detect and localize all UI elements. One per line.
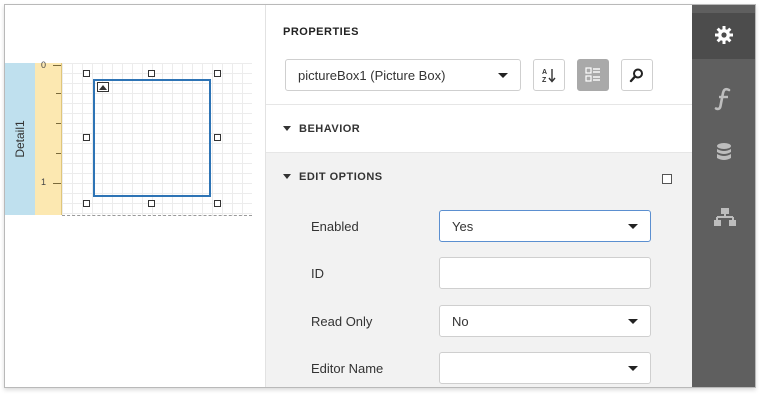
section-behavior-label: BEHAVIOR [299, 123, 361, 135]
divider [266, 104, 692, 105]
chevron-down-icon [628, 366, 638, 371]
editor-name-dropdown[interactable] [439, 352, 651, 384]
hierarchy-icon [714, 208, 736, 226]
rail-tab-report-explorer[interactable] [692, 195, 755, 241]
enabled-dropdown[interactable]: Yes [439, 210, 651, 242]
resize-handle-left[interactable] [83, 134, 90, 141]
collapse-triangle-icon [283, 174, 291, 179]
search-button[interactable] [621, 59, 653, 91]
database-icon [717, 143, 731, 160]
edit-options-checkbox[interactable] [662, 174, 672, 184]
resize-handle-bottom-left[interactable] [83, 200, 90, 207]
component-selector[interactable]: pictureBox1 (Picture Box) [285, 59, 521, 91]
enabled-value: Yes [452, 219, 474, 234]
design-surface[interactable]: Detail1 0 1 [5, 5, 266, 387]
picture-box-control[interactable] [93, 79, 211, 197]
section-edit-options-label: EDIT OPTIONS [299, 171, 383, 183]
editor-name-label: Editor Name [311, 361, 384, 376]
rail-tab-expressions[interactable] [692, 75, 755, 121]
sort-alphabetical-button[interactable]: A Z [533, 59, 565, 91]
id-input[interactable] [439, 257, 651, 289]
chevron-down-icon [628, 224, 638, 229]
id-label: ID [311, 266, 324, 281]
band-name: Detail1 [13, 120, 27, 158]
band-label-detail1[interactable]: Detail1 [5, 63, 36, 215]
search-icon [629, 68, 643, 83]
component-selector-value: pictureBox1 (Picture Box) [298, 68, 446, 83]
ruler-tick [56, 153, 61, 154]
picture-icon [97, 82, 109, 92]
resize-handle-bottom[interactable] [148, 200, 155, 207]
resize-handle-right[interactable] [214, 134, 221, 141]
ruler-mark-1: 1 [41, 177, 47, 187]
ruler-tick [56, 123, 61, 124]
gear-icon [715, 26, 733, 44]
ruler-tick [53, 65, 61, 66]
svg-text:Z: Z [542, 77, 547, 83]
ruler-tick [53, 183, 61, 184]
resize-handle-bottom-right[interactable] [214, 200, 221, 207]
read-only-dropdown[interactable]: No [439, 305, 651, 337]
ruler-tick [56, 93, 61, 94]
rail-tab-properties[interactable] [692, 13, 755, 59]
chevron-down-icon [628, 319, 638, 324]
side-tab-rail [692, 5, 755, 387]
rail-tab-data-source[interactable] [692, 130, 755, 176]
vertical-ruler: 0 1 [35, 60, 62, 215]
categories-view-button[interactable] [577, 59, 609, 91]
resize-handle-top-right[interactable] [214, 70, 221, 77]
resize-handle-top-left[interactable] [83, 70, 90, 77]
read-only-value: No [452, 314, 469, 329]
svg-text:A: A [542, 69, 547, 76]
read-only-label: Read Only [311, 314, 373, 329]
ruler-mark-0: 0 [41, 60, 47, 70]
chevron-down-icon [498, 73, 508, 78]
collapse-triangle-icon [283, 126, 291, 131]
section-behavior[interactable]: BEHAVIOR [283, 123, 360, 135]
sort-alphabetical-icon: A Z [542, 69, 556, 83]
properties-title: PROPERTIES [283, 26, 359, 38]
report-designer-window: Detail1 0 1 PROPERTIES pictureBox1 (Pict… [4, 4, 756, 388]
resize-handle-top[interactable] [148, 70, 155, 77]
categories-view-icon [585, 67, 600, 82]
function-icon [714, 87, 731, 111]
properties-panel: PROPERTIES pictureBox1 (Picture Box) A Z [266, 5, 692, 387]
section-edit-options[interactable]: EDIT OPTIONS [283, 171, 383, 183]
enabled-label: Enabled [311, 219, 359, 234]
